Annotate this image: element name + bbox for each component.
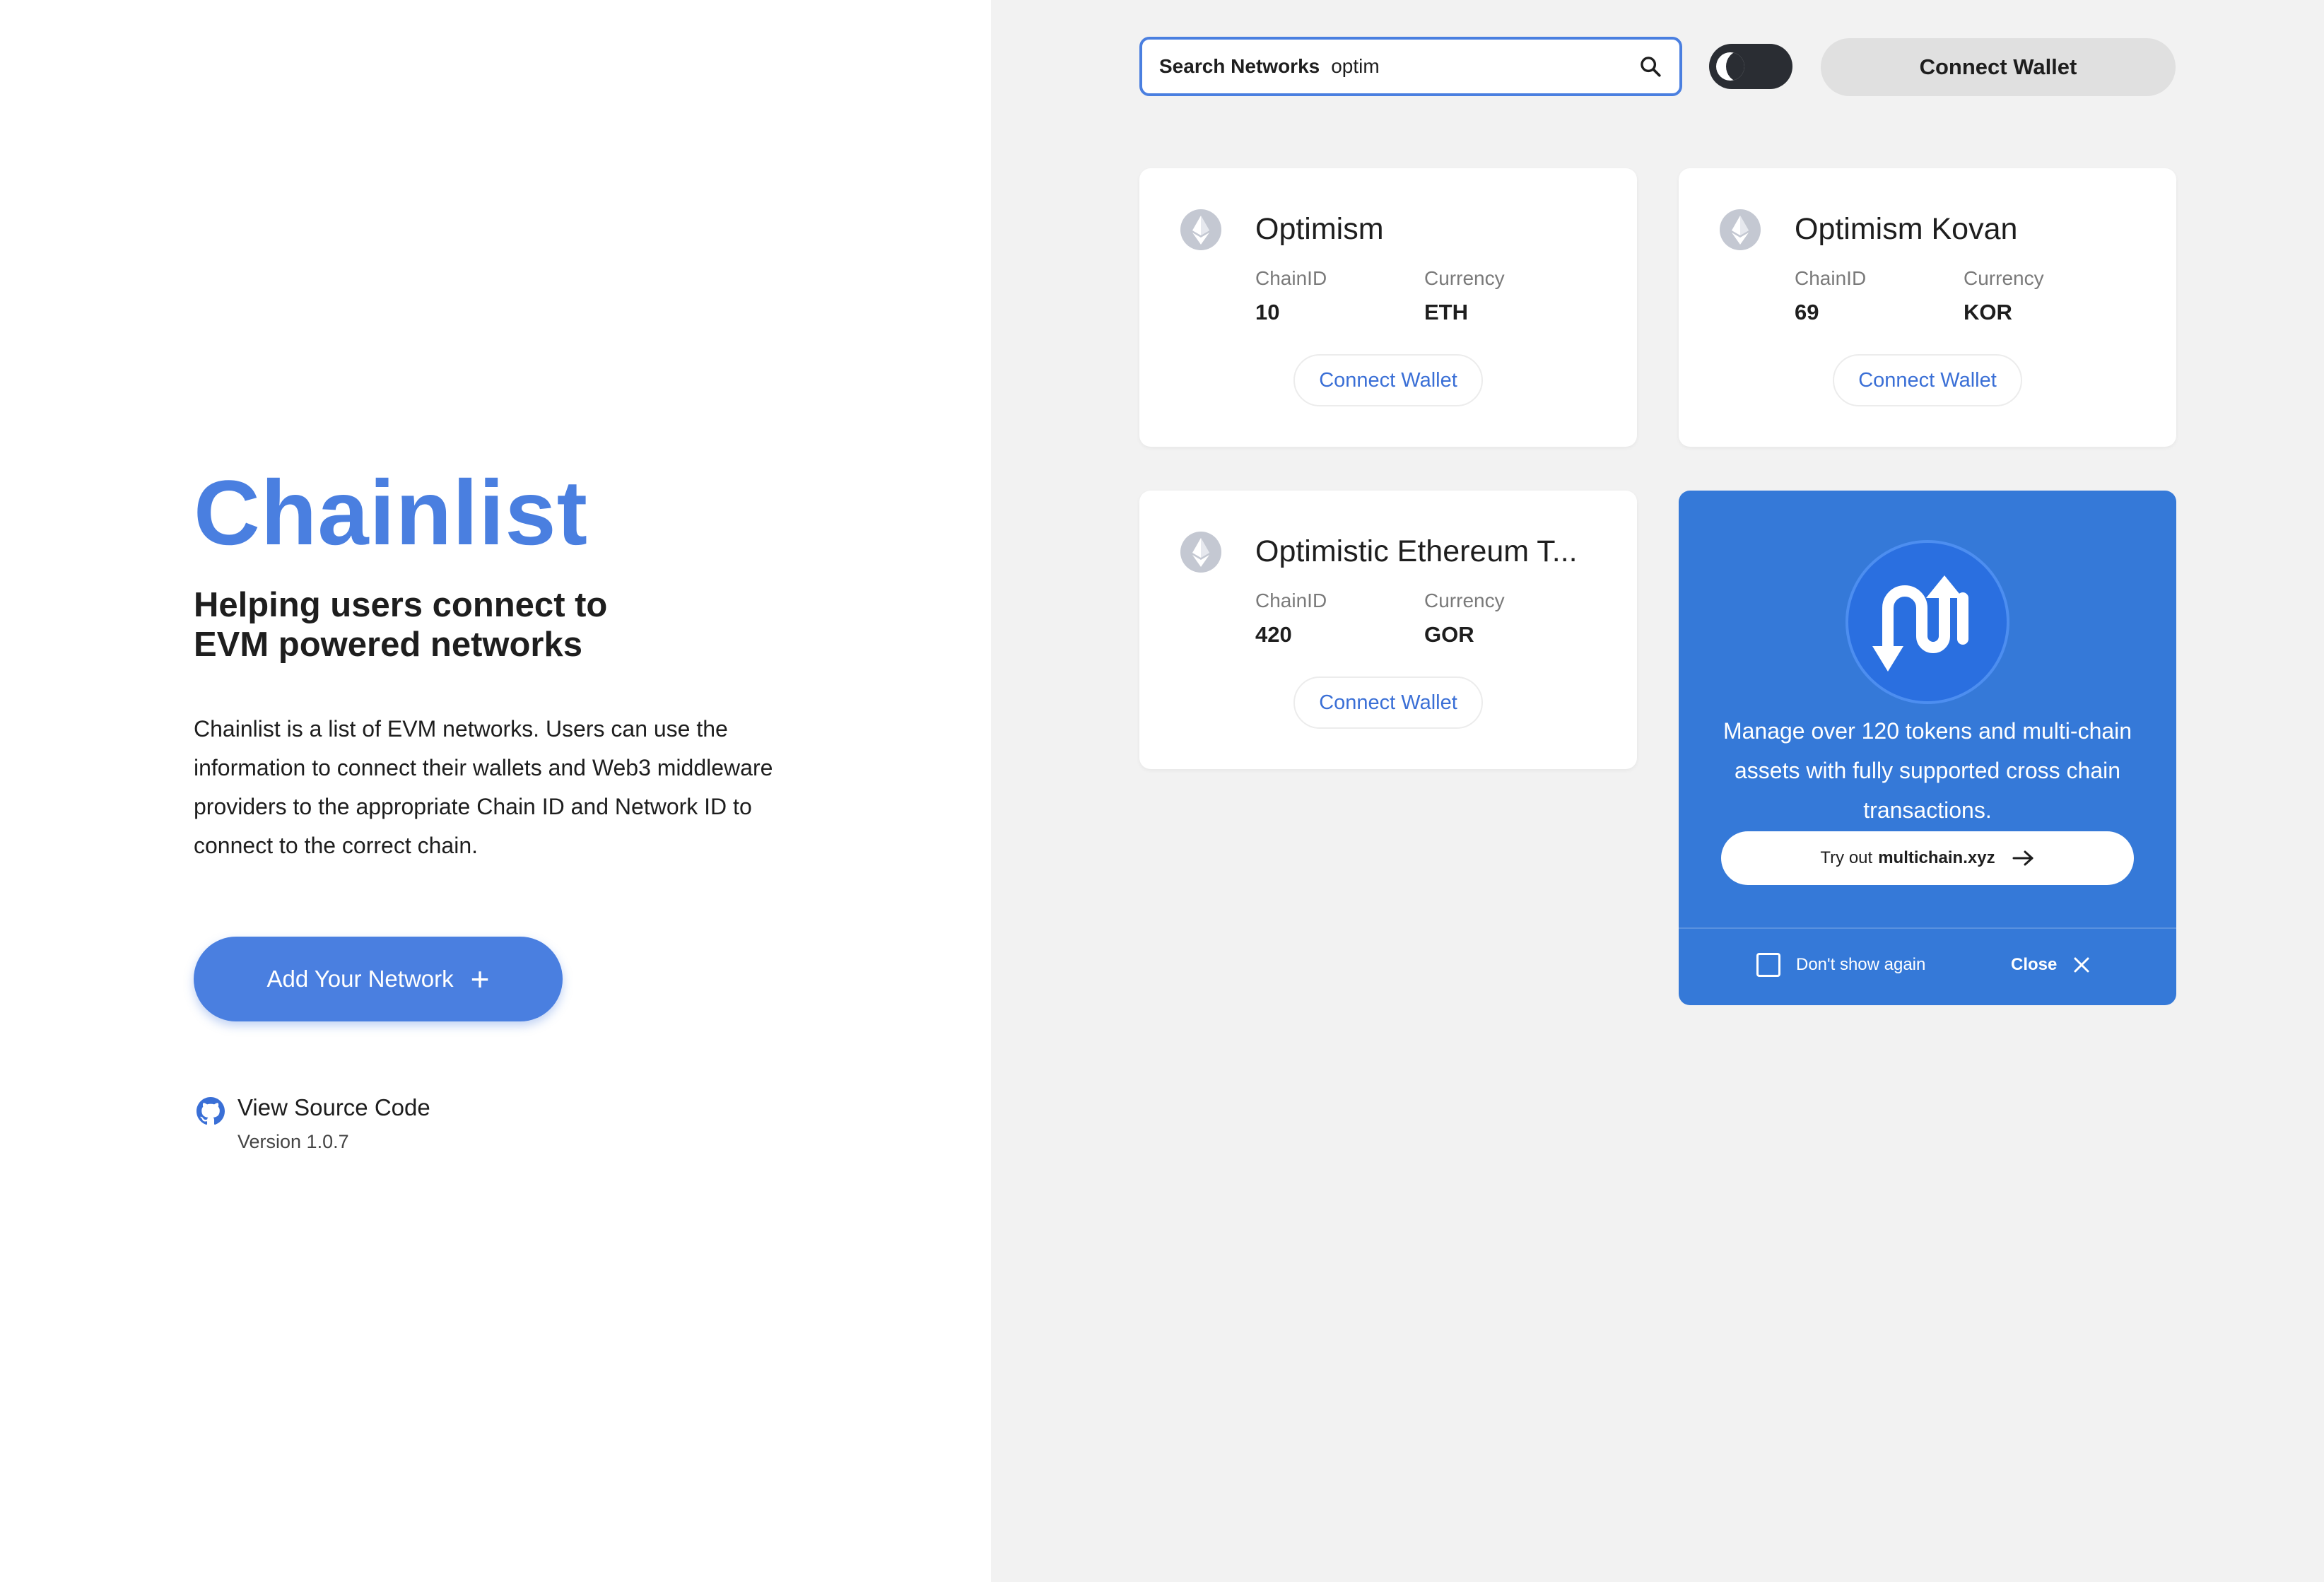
- ethereum-icon: [1180, 209, 1221, 250]
- chain-id-label: ChainID: [1255, 267, 1327, 289]
- card-connect-wallet-button[interactable]: Connect Wallet: [1833, 354, 2022, 406]
- currency-label: Currency: [1964, 267, 2044, 289]
- ethereum-icon: [1720, 209, 1761, 250]
- promo-text: Manage over 120 tokens and multi-chain a…: [1723, 718, 2132, 823]
- intro-panel: Chainlist Helping users connect to EVM p…: [0, 0, 991, 1582]
- network-name: Optimism: [1255, 212, 1384, 246]
- theme-toggle[interactable]: [1709, 44, 1792, 89]
- search-label: Search Networks: [1159, 55, 1320, 77]
- arrow-right-icon: [2012, 850, 2034, 866]
- close-promo-button[interactable]: Close: [2011, 953, 2091, 977]
- moon-icon: [1716, 52, 1744, 81]
- dont-show-label: Don't show again: [1796, 955, 1926, 974]
- add-network-button[interactable]: Add Your Network +: [194, 937, 563, 1021]
- multichain-logo-icon: [1845, 540, 2009, 704]
- promo-cta-site: multichain.xyz: [1878, 848, 1995, 867]
- view-source-link[interactable]: View Source Code: [237, 1094, 430, 1121]
- ethereum-icon: [1180, 532, 1221, 573]
- close-label: Close: [2011, 955, 2058, 974]
- promo-cta-prefix: Try out: [1820, 848, 1873, 867]
- chainlist-page: Chainlist Helping users connect to EVM p…: [0, 0, 2324, 1582]
- network-name: Optimism Kovan: [1795, 212, 2018, 246]
- checkbox-box[interactable]: [1756, 953, 1780, 977]
- currency-value: KOR: [1964, 300, 2012, 324]
- github-icon: [196, 1097, 225, 1125]
- chain-id-value: 420: [1255, 622, 1292, 647]
- chain-id-value: 10: [1255, 300, 1280, 324]
- version-label: Version 1.0.7: [237, 1131, 349, 1152]
- page-title: Chainlist: [194, 461, 588, 564]
- add-network-label: Add Your Network: [266, 966, 454, 992]
- plus-icon: +: [470, 961, 490, 997]
- description: Chainlist is a list of EVM networks. Use…: [194, 716, 773, 858]
- card-connect-wallet-button[interactable]: Connect Wallet: [1293, 676, 1483, 729]
- network-name: Optimistic Ethereum T...: [1255, 534, 1578, 568]
- search-input[interactable]: [1331, 55, 1638, 78]
- chain-id-label: ChainID: [1795, 267, 1867, 289]
- network-card: Optimistic Ethereum T... ChainID Currenc…: [1139, 491, 1637, 769]
- divider: [1679, 927, 2176, 929]
- chain-id-value: 69: [1795, 300, 1819, 324]
- currency-label: Currency: [1424, 267, 1505, 289]
- networks-panel: Search Networks Connect Wallet Optimism …: [991, 0, 2324, 1582]
- chain-id-label: ChainID: [1255, 590, 1327, 611]
- connect-wallet-button[interactable]: Connect Wallet: [1821, 38, 2176, 96]
- card-connect-wallet-button[interactable]: Connect Wallet: [1293, 354, 1483, 406]
- currency-value: GOR: [1424, 622, 1474, 647]
- close-icon: [2074, 957, 2089, 973]
- currency-value: ETH: [1424, 300, 1468, 324]
- currency-label: Currency: [1424, 590, 1505, 611]
- network-card: Optimism Kovan ChainID Currency 69 KOR C…: [1679, 168, 2176, 447]
- dont-show-again-checkbox[interactable]: Don't show again: [1756, 953, 1925, 977]
- search-icon[interactable]: [1638, 54, 1662, 78]
- multichain-promo: Manage over 120 tokens and multi-chain a…: [1679, 491, 2176, 1005]
- search-box[interactable]: Search Networks: [1139, 37, 1682, 96]
- try-multichain-button[interactable]: Try out multichain.xyz: [1721, 831, 2134, 885]
- tagline: Helping users connect to EVM powered net…: [194, 586, 608, 664]
- network-card: Optimism ChainID Currency 10 ETH Connect…: [1139, 168, 1637, 447]
